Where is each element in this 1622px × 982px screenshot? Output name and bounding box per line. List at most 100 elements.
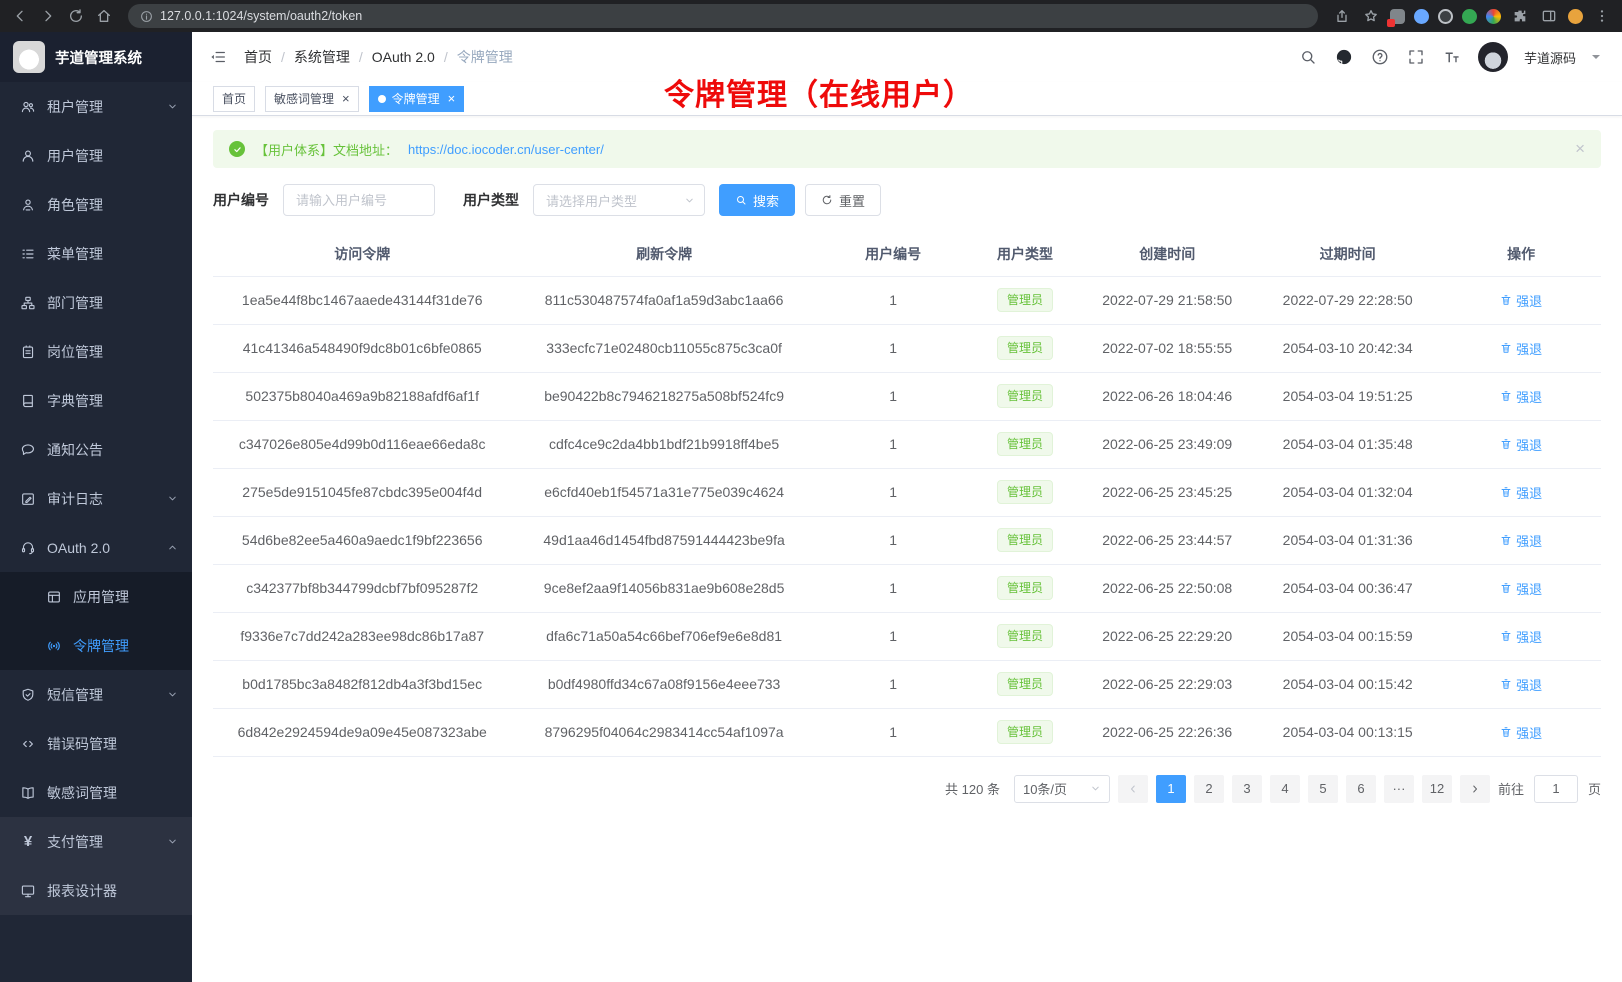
pagination-page-button[interactable]: 1 — [1156, 775, 1186, 803]
breadcrumb-item[interactable]: 系统管理 — [294, 47, 350, 67]
create-time-cell: 2022-07-02 18:55:55 — [1080, 324, 1254, 372]
pagination-page-button[interactable]: 6 — [1346, 775, 1376, 803]
sidebar-item-label: 支付管理 — [47, 832, 103, 852]
sidebar: 芋道管理系统 租户管理用户管理角色管理菜单管理部门管理岗位管理字典管理通知公告审… — [0, 32, 192, 982]
share-icon[interactable] — [1332, 6, 1352, 26]
pagination-more-button[interactable]: ··· — [1384, 775, 1414, 803]
page-size-select[interactable]: 10条/页 — [1014, 775, 1110, 803]
users-icon — [20, 99, 36, 115]
access-token-cell: 502375b8040a469a9b82188afdf6af1f — [213, 372, 511, 420]
home-button[interactable] — [94, 6, 114, 26]
sidebar-subitem[interactable]: 应用管理 — [0, 572, 192, 621]
fullscreen-icon[interactable] — [1406, 47, 1426, 67]
pagination-page-button[interactable]: 2 — [1194, 775, 1224, 803]
sidebar-item[interactable]: 字典管理 — [0, 376, 192, 425]
sidebar-subitem[interactable]: 令牌管理 — [0, 621, 192, 670]
sidebar-item[interactable]: 敏感词管理 — [0, 768, 192, 817]
site-info-icon[interactable] — [140, 10, 153, 23]
sidebar-item[interactable]: 岗位管理 — [0, 327, 192, 376]
chevron-down-icon[interactable] — [1592, 55, 1600, 63]
sidebar-logo-row[interactable]: 芋道管理系统 — [0, 32, 192, 82]
reset-button[interactable]: 重置 — [805, 184, 881, 216]
font-size-icon[interactable] — [1442, 47, 1462, 67]
view-tab[interactable]: 敏感词管理× — [265, 86, 359, 112]
sidebar-item[interactable]: 短信管理 — [0, 670, 192, 719]
help-icon[interactable] — [1370, 47, 1390, 67]
forward-button[interactable] — [38, 6, 58, 26]
bookmark-star-icon[interactable] — [1361, 6, 1381, 26]
sidebar-item[interactable]: ¥支付管理 — [0, 817, 192, 866]
pagination-page-button[interactable]: 3 — [1232, 775, 1262, 803]
extension-icon[interactable] — [1438, 9, 1453, 24]
badge-icon — [20, 344, 36, 360]
extension-icon[interactable] — [1390, 9, 1405, 24]
sidebar-item[interactable]: 用户管理 — [0, 131, 192, 180]
extension-icon[interactable] — [1414, 9, 1429, 24]
access-token-cell: 6d842e2924594de9a09e45e087323abe — [213, 708, 511, 756]
pagination-page-button[interactable]: 5 — [1308, 775, 1338, 803]
extension-icon[interactable] — [1462, 9, 1477, 24]
sidebar-item-label: 报表设计器 — [47, 881, 117, 901]
sidebar-item[interactable]: 审计日志 — [0, 474, 192, 523]
user-id-input[interactable] — [283, 184, 435, 216]
column-header-refresh-token: 刷新令牌 — [511, 232, 816, 276]
github-icon[interactable] — [1334, 47, 1354, 67]
sidebar-item-label: 敏感词管理 — [47, 783, 117, 803]
force-logout-button[interactable]: 强退 — [1500, 435, 1542, 454]
view-tab[interactable]: 令牌管理× — [369, 86, 465, 112]
back-button[interactable] — [10, 6, 30, 26]
sidebar-item[interactable]: OAuth 2.0 — [0, 523, 192, 572]
sidebar-item[interactable]: 通知公告 — [0, 425, 192, 474]
force-logout-button[interactable]: 强退 — [1500, 627, 1542, 646]
goto-page-input[interactable] — [1534, 775, 1578, 803]
force-logout-button[interactable]: 强退 — [1500, 387, 1542, 406]
sidebar-item[interactable]: 报表设计器 — [0, 866, 192, 915]
force-logout-button[interactable]: 强退 — [1500, 531, 1542, 550]
sidebar-item[interactable]: 菜单管理 — [0, 229, 192, 278]
goto-label: 前往 — [1498, 779, 1524, 798]
sidebar-item[interactable]: 部门管理 — [0, 278, 192, 327]
pagination-page-button[interactable]: 12 — [1422, 775, 1452, 803]
force-logout-button[interactable]: 强退 — [1500, 483, 1542, 502]
browser-profile-avatar[interactable] — [1568, 9, 1583, 24]
alert-close-icon[interactable]: × — [1575, 139, 1585, 159]
breadcrumb-item[interactable]: 首页 — [244, 47, 272, 67]
browser-actions — [1332, 6, 1612, 26]
force-logout-button[interactable]: 强退 — [1500, 339, 1542, 358]
user-name[interactable]: 芋道源码 — [1524, 48, 1576, 67]
tab-close-icon[interactable]: × — [342, 92, 350, 105]
force-logout-button[interactable]: 强退 — [1500, 291, 1542, 310]
action-cell: 强退 — [1441, 612, 1601, 660]
sidebar-item[interactable]: 角色管理 — [0, 180, 192, 229]
force-logout-button[interactable]: 强退 — [1500, 675, 1542, 694]
chevron-down-icon — [167, 689, 178, 700]
extension-icon[interactable] — [1486, 9, 1501, 24]
extensions-puzzle-icon[interactable] — [1510, 6, 1530, 26]
pagination-next-button[interactable] — [1460, 775, 1490, 803]
sidebar-item[interactable]: 错误码管理 — [0, 719, 192, 768]
table-row: c347026e805e4d99b0d116eae66eda8ccdfc4ce9… — [213, 420, 1601, 468]
alert-doc-link[interactable]: https://doc.iocoder.cn/user-center/ — [408, 142, 604, 157]
side-panel-icon[interactable] — [1539, 6, 1559, 26]
force-logout-button[interactable]: 强退 — [1500, 579, 1542, 598]
action-cell: 强退 — [1441, 372, 1601, 420]
tree-icon — [20, 295, 36, 311]
pagination-page-button[interactable]: 4 — [1270, 775, 1300, 803]
browser-menu-icon[interactable] — [1592, 6, 1612, 26]
user-type-select[interactable]: 请选择用户类型 — [533, 184, 705, 216]
force-logout-label: 强退 — [1516, 435, 1542, 454]
user-avatar[interactable] — [1478, 42, 1508, 72]
sidebar-fold-icon[interactable] — [192, 48, 244, 66]
search-icon[interactable] — [1298, 47, 1318, 67]
breadcrumb-item[interactable]: OAuth 2.0 — [372, 49, 435, 65]
force-logout-button[interactable]: 强退 — [1500, 723, 1542, 742]
search-button[interactable]: 搜索 — [719, 184, 795, 216]
reload-button[interactable] — [66, 6, 86, 26]
tab-close-icon[interactable]: × — [448, 92, 456, 105]
chevron-down-icon — [167, 101, 178, 112]
view-tab[interactable]: 首页 — [213, 86, 255, 112]
sidebar-item[interactable]: 租户管理 — [0, 82, 192, 131]
delete-icon — [1500, 438, 1512, 450]
pagination-prev-button[interactable] — [1118, 775, 1148, 803]
url-bar[interactable]: 127.0.0.1:1024/system/oauth2/token — [128, 4, 1318, 28]
